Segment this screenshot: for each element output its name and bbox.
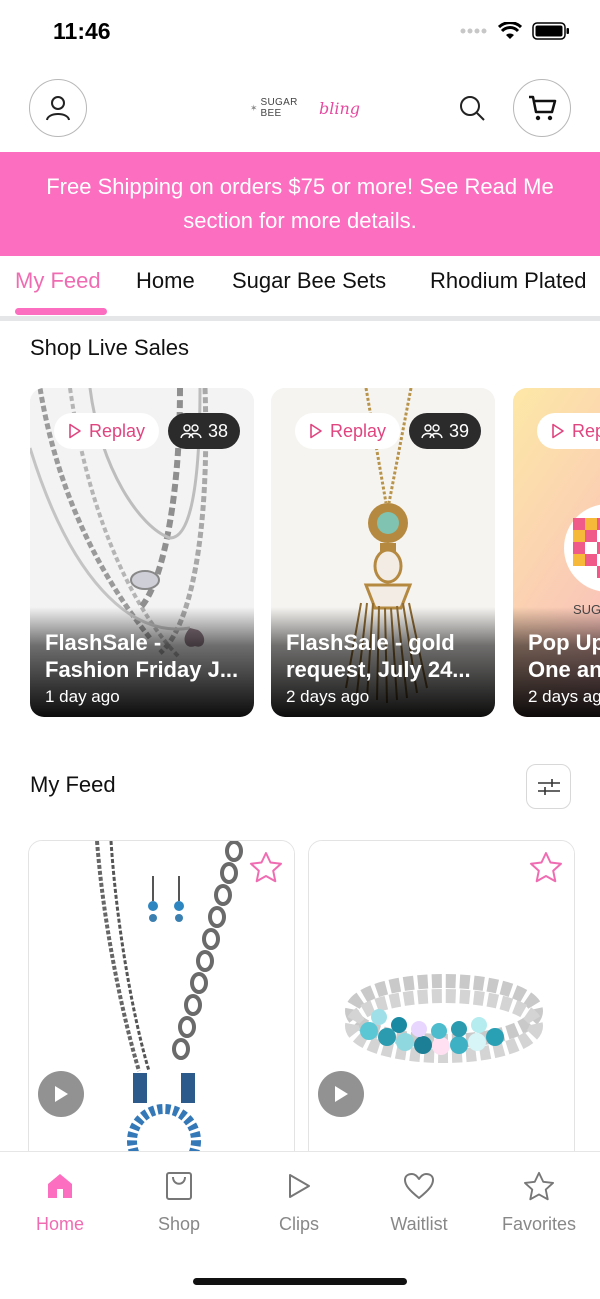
nav-label: Shop [157, 1214, 201, 1234]
replay-badge[interactable]: Replay [54, 413, 160, 449]
favorite-button[interactable] [248, 849, 284, 885]
status-time: 11:46 [53, 18, 111, 44]
tab-rhodium-plated[interactable]: Rhodium Plated [430, 268, 587, 294]
nav-clips[interactable]: Clips [249, 1168, 349, 1235]
favorite-button[interactable] [528, 849, 564, 885]
live-sale-card[interactable]: Replay 39 FlashSale - gold request, July… [271, 388, 495, 717]
filter-button[interactable] [526, 764, 571, 809]
sliders-icon [537, 778, 560, 795]
tab-my-feed[interactable]: My Feed [15, 268, 101, 294]
logo-text: SUGAR BEE [260, 97, 298, 119]
viewer-count: 39 [449, 420, 470, 441]
product-card[interactable] [308, 840, 575, 1170]
live-sale-title-line: One and [528, 657, 600, 682]
signal-icon [460, 28, 487, 34]
active-tab-indicator [15, 308, 107, 315]
home-icon [10, 1168, 110, 1204]
tab-sugar-bee-sets[interactable]: Sugar Bee Sets [232, 268, 386, 294]
category-tabs: My Feed Home Sugar Bee Sets Rhodium Plat… [0, 256, 600, 320]
heart-icon [369, 1168, 469, 1204]
nav-label: Favorites [501, 1214, 577, 1234]
search-icon [460, 96, 485, 121]
live-sale-title: FlashSale - gold request, July 24... [286, 629, 483, 683]
replay-label: Replay [572, 420, 600, 441]
play-outline-icon [552, 423, 564, 439]
play-video-button[interactable] [318, 1071, 364, 1117]
live-sale-title-line: Fashion Friday J... [45, 657, 239, 682]
home-indicator [193, 1278, 407, 1285]
live-sale-time: 2 days ago [528, 687, 600, 706]
cart-icon [529, 95, 557, 121]
live-sale-card[interactable]: SUGAR Replay Pop Up One and 2 days ago [513, 388, 600, 717]
play-icon [249, 1168, 349, 1204]
status-icons [460, 22, 570, 40]
cart-button[interactable] [513, 79, 571, 137]
search-button[interactable] [455, 91, 489, 125]
viewers-icon [180, 424, 202, 439]
nav-favorites[interactable]: Favorites [489, 1168, 589, 1235]
live-sales-carousel[interactable]: Replay 38 FlashSale - Fashion Friday J..… [0, 388, 600, 718]
play-video-button[interactable] [38, 1071, 84, 1117]
wifi-icon [498, 22, 522, 39]
nav-label: Waitlist [390, 1214, 448, 1234]
replay-badge[interactable]: Replay [295, 413, 401, 449]
app-header: ✶ SUGAR BEE bling [0, 66, 600, 152]
card-watermark: SUGAR [573, 602, 600, 617]
live-sale-title-line: Pop Up [528, 630, 600, 655]
play-outline-icon [69, 423, 81, 439]
shopping-bag-icon [129, 1168, 229, 1204]
replay-label: Replay [89, 420, 146, 441]
live-sale-title: FlashSale - Fashion Friday J... [45, 629, 242, 683]
brand-logo[interactable]: ✶ SUGAR BEE bling [250, 94, 360, 122]
replay-badge[interactable]: Replay [537, 413, 600, 449]
live-sales-heading: Shop Live Sales [30, 335, 189, 360]
play-icon [55, 1086, 68, 1102]
live-sale-title: Pop Up One and [528, 629, 600, 683]
live-sale-title-line: request, July 24... [286, 657, 471, 682]
user-icon [46, 96, 70, 121]
star-outline-icon [530, 852, 562, 883]
viewer-count-badge: 39 [409, 413, 482, 449]
promo-banner[interactable]: Free Shipping on orders $75 or more! See… [0, 152, 600, 256]
nav-waitlist[interactable]: Waitlist [369, 1168, 469, 1235]
viewer-count: 38 [208, 420, 229, 441]
viewers-icon [421, 424, 443, 439]
replay-label: Replay [330, 420, 387, 441]
live-sale-time: 2 days ago [286, 687, 370, 706]
live-sale-title-line: FlashSale - gold [286, 630, 455, 655]
tab-home[interactable]: Home [136, 268, 195, 294]
live-sale-card[interactable]: Replay 38 FlashSale - Fashion Friday J..… [30, 388, 254, 717]
crystal-bracelet-image [309, 841, 574, 1169]
tabs-divider [0, 316, 600, 321]
nav-label: Clips [278, 1214, 319, 1234]
product-card[interactable] [28, 840, 295, 1170]
live-sale-title-line: FlashSale - [45, 630, 162, 655]
nav-shop[interactable]: Shop [129, 1168, 229, 1235]
battery-icon [532, 22, 569, 40]
status-bar: 11:46 [0, 0, 600, 66]
star-outline-icon [250, 852, 282, 883]
viewer-count-badge: 38 [168, 413, 241, 449]
nav-home[interactable]: Home [10, 1168, 110, 1235]
play-icon [335, 1086, 348, 1102]
live-sale-time: 1 day ago [45, 687, 120, 706]
feed-heading: My Feed [30, 772, 116, 797]
account-button[interactable] [29, 79, 87, 137]
blue-necklace-image [29, 841, 294, 1169]
promo-banner-text: Free Shipping on orders $75 or more! See… [46, 174, 554, 233]
logo-script-text: bling [318, 98, 360, 118]
play-outline-icon [310, 423, 322, 439]
star-icon [489, 1168, 589, 1204]
bottom-navigation: Home Shop Clips Waitlist Favorites [0, 1151, 600, 1299]
nav-label: Home [35, 1214, 84, 1234]
sparkle-icon: ✶ [250, 102, 258, 113]
